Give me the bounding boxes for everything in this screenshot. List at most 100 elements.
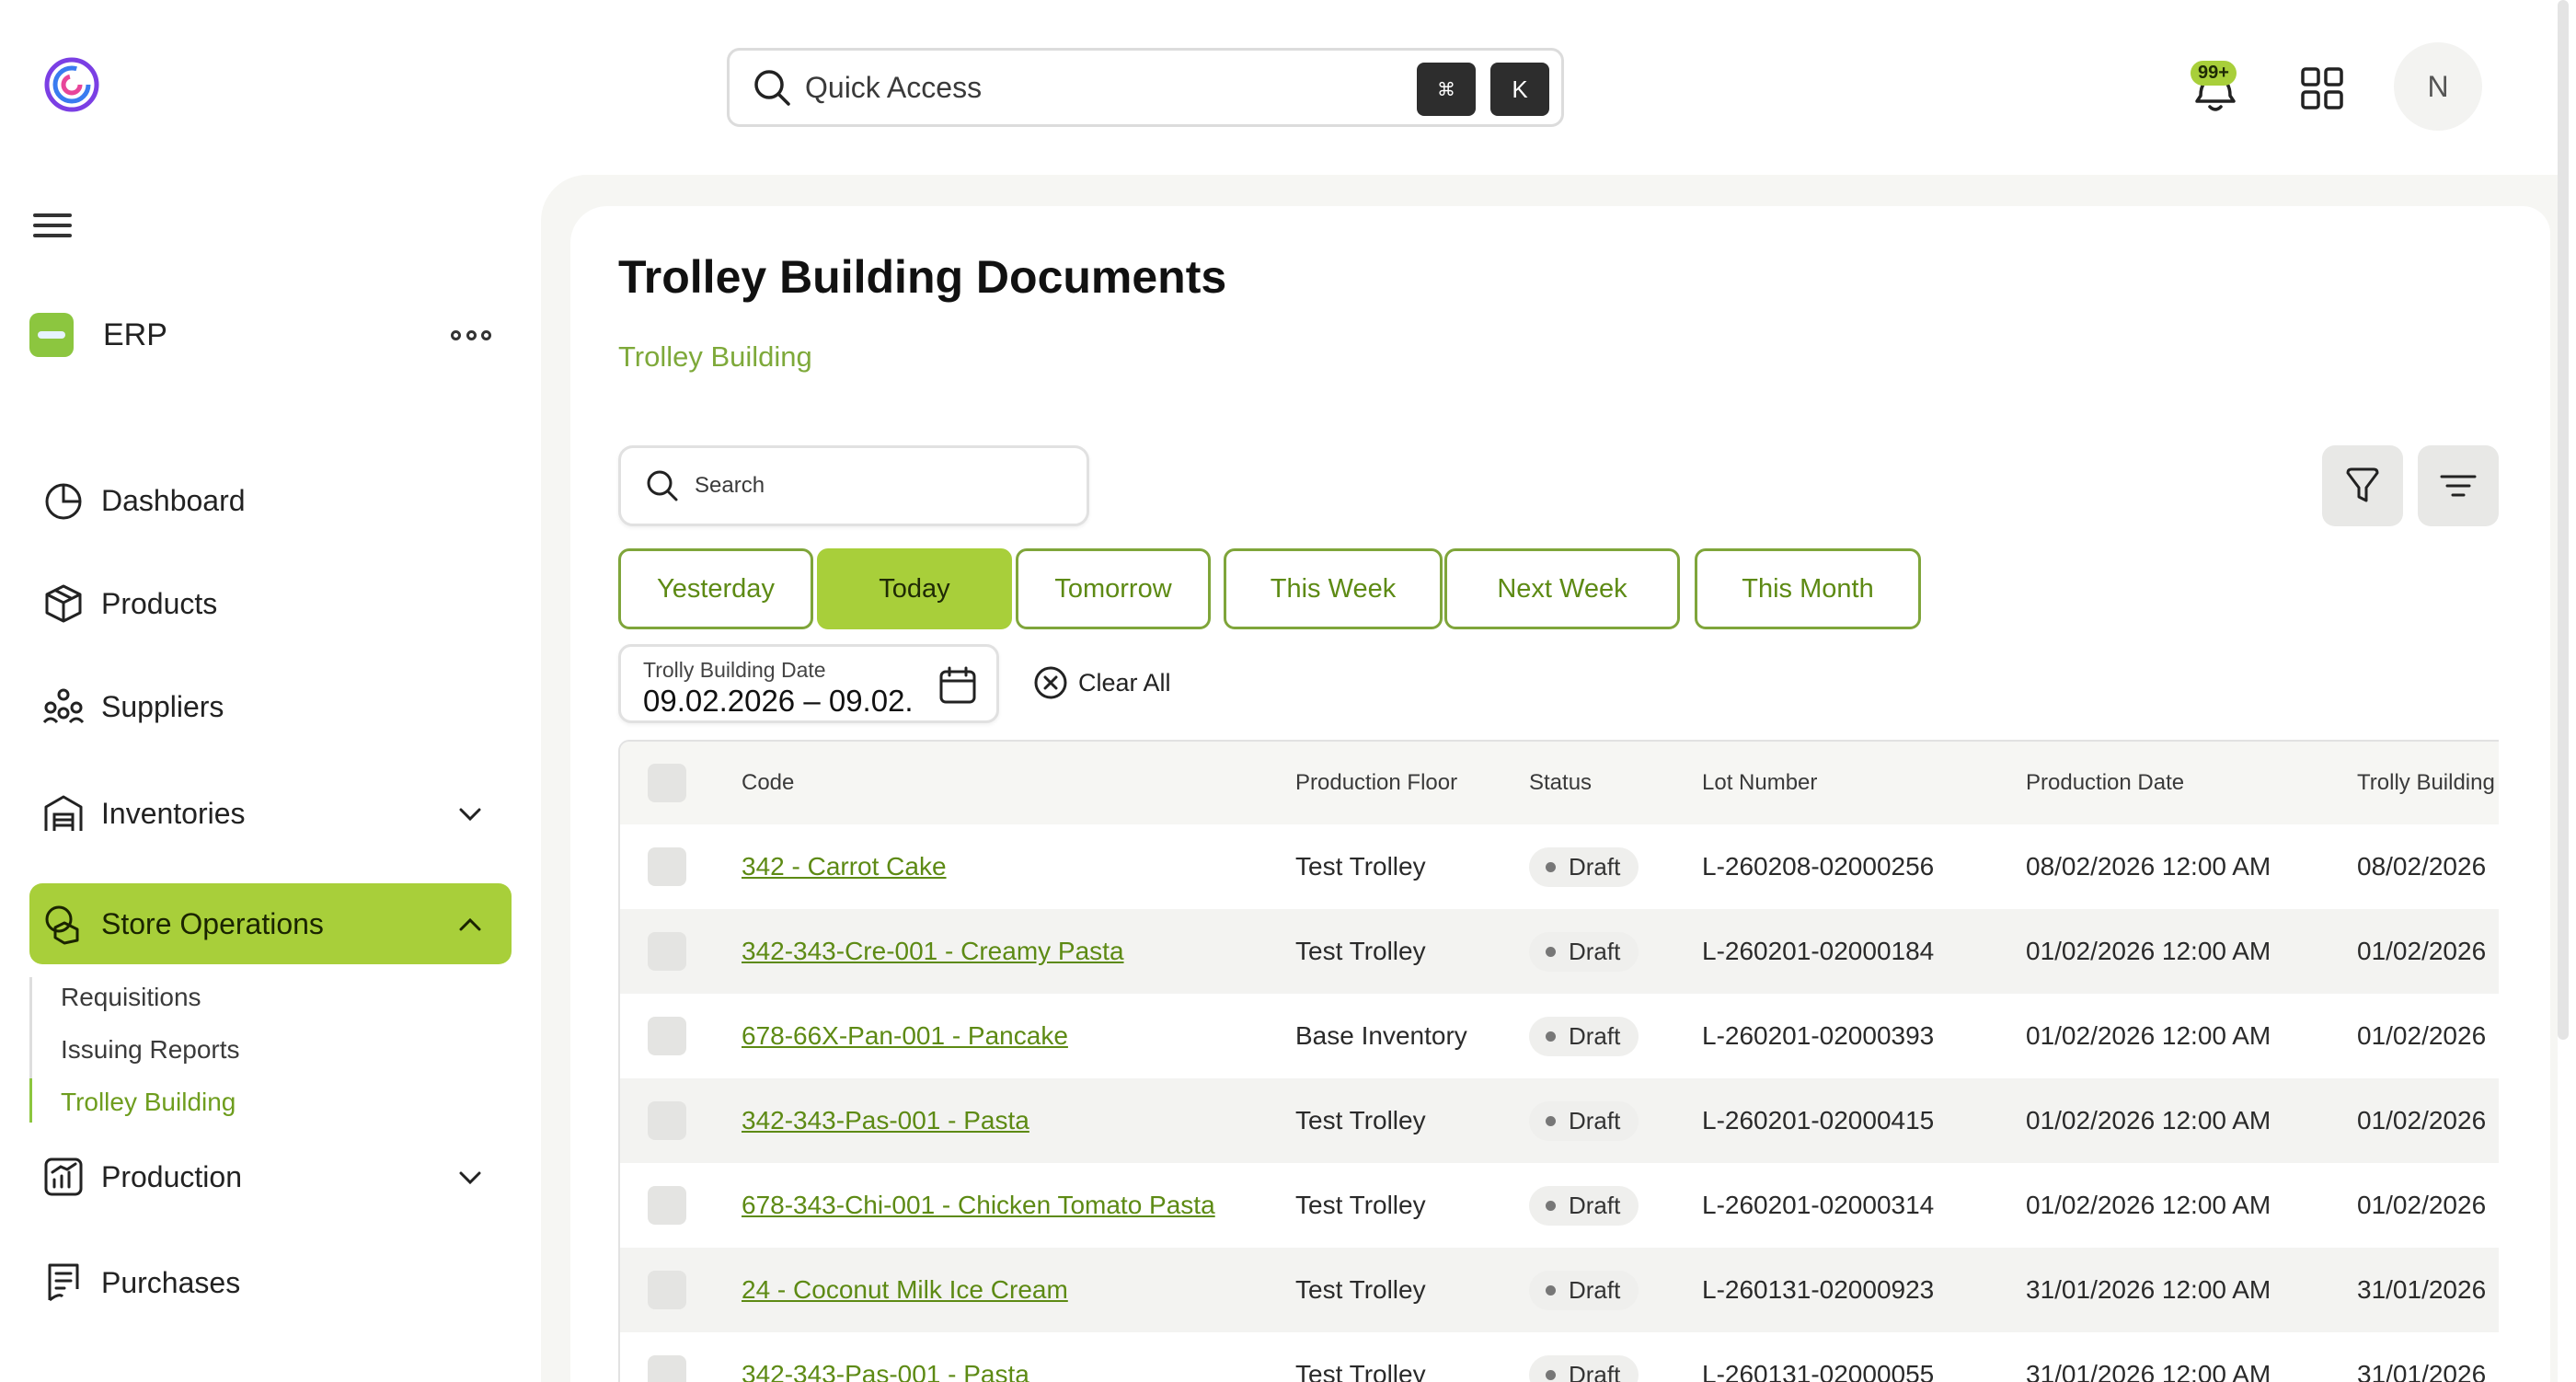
cell-production-floor: Test Trolley — [1295, 1248, 1426, 1332]
status-badge: Draft — [1529, 1185, 1639, 1226]
document-link[interactable]: 342-343-Pas-001 - Pasta — [742, 1360, 1029, 1382]
user-avatar[interactable]: N — [2394, 42, 2482, 131]
date-field-label: Trolly Building Date — [643, 658, 826, 682]
document-link[interactable]: 342-343-Cre-001 - Creamy Pasta — [742, 937, 1124, 966]
column-header-trolly-building[interactable]: Trolly Building — [2357, 742, 2495, 824]
date-field-value: 09.02.2026 – 09.02. — [643, 684, 914, 718]
cell-trolly-building-date-text: 31/01/2026 — [2357, 1360, 2487, 1382]
date-range-field[interactable]: Trolly Building Date 09.02.2026 – 09.02. — [618, 644, 999, 723]
row-checkbox[interactable] — [648, 1355, 686, 1382]
cell-code: 342-343-Pas-001 - Pasta — [742, 1078, 1029, 1163]
filter-button[interactable] — [2322, 445, 2403, 526]
cell-code: 678-343-Chi-001 - Chicken Tomato Pasta — [742, 1163, 1215, 1248]
row-checkbox[interactable] — [648, 1017, 686, 1055]
cell-production-floor: Test Trolley — [1295, 824, 1426, 909]
document-link[interactable]: 678-66X-Pan-001 - Pancake — [742, 1021, 1068, 1051]
column-header-production-date[interactable]: Production Date — [2026, 742, 2184, 824]
calendar-icon[interactable] — [937, 665, 978, 706]
table-row[interactable]: 342-343-Pas-001 - Pasta Test Trolley Draft… — [620, 1332, 2499, 1382]
sidebar-item-inventories[interactable]: Inventories — [29, 773, 512, 854]
table-row[interactable]: 678-66X-Pan-001 - Pancake Base Inventory D… — [620, 994, 2499, 1078]
more-options-icon[interactable] — [451, 326, 491, 344]
cell-production-date: 31/01/2026 12:00 AM — [2026, 1332, 2271, 1382]
table-row[interactable]: 24 - Coconut Milk Ice Cream Test Trolley D… — [620, 1248, 2499, 1332]
sidebar-item-label: Dashboard — [101, 483, 246, 517]
shortcut-k-key: K — [1490, 63, 1549, 116]
document-link[interactable]: 678-343-Chi-001 - Chicken Tomato Pasta — [742, 1191, 1215, 1220]
document-link[interactable]: 342-343-Pas-001 - Pasta — [742, 1106, 1029, 1135]
cell-production-floor-text: Test Trolley — [1295, 1106, 1426, 1134]
cell-production-floor: Test Trolley — [1295, 1078, 1426, 1163]
filter-chip-this-month[interactable]: This Month — [1695, 548, 1921, 629]
sidebar-item-products[interactable]: Products — [29, 563, 512, 644]
row-checkbox[interactable] — [648, 1186, 686, 1225]
column-header-code[interactable]: Code — [742, 742, 794, 824]
column-header-production-floor[interactable]: Production Floor — [1295, 742, 1457, 824]
receipt-icon — [48, 1263, 79, 1302]
cell-lot-number-text: L-260131-02000055 — [1702, 1360, 1935, 1382]
menu-toggle-icon[interactable] — [33, 213, 72, 241]
cell-production-floor-text: Test Trolley — [1295, 852, 1426, 881]
sidebar-subitem-issuing-reports[interactable]: Issuing Reports — [61, 1035, 240, 1065]
app-logo-icon[interactable] — [42, 55, 101, 114]
cell-production-date-text: 01/02/2026 12:00 AM — [2026, 1106, 2271, 1134]
workspace-switcher[interactable]: ERP — [29, 311, 499, 359]
cell-lot-number: L-260201-02000314 — [1702, 1163, 1934, 1248]
documents-table: Code Production Floor Status Lot Number … — [618, 740, 2499, 1382]
column-header-lot-number[interactable]: Lot Number — [1702, 742, 1817, 824]
status-badge: Draft — [1529, 1270, 1639, 1310]
cell-production-date: 01/02/2026 12:00 AM — [2026, 909, 2271, 994]
table-row[interactable]: 342-343-Cre-001 - Creamy Pasta Test Troll… — [620, 909, 2499, 994]
store-icon — [45, 905, 79, 945]
sort-button[interactable] — [2418, 445, 2499, 526]
filter-chip-tomorrow[interactable]: Tomorrow — [1016, 548, 1211, 629]
table-row[interactable]: 342 - Carrot Cake Test Trolley Draft L-2602… — [620, 824, 2499, 909]
filter-chip-next-week[interactable]: Next Week — [1444, 548, 1680, 629]
sidebar-item-store-operations[interactable]: Store Operations — [29, 883, 512, 964]
cell-code: 678-66X-Pan-001 - Pancake — [742, 994, 1068, 1078]
workspace-logo-icon — [29, 313, 74, 357]
clear-all-button[interactable]: Clear All — [1032, 664, 1171, 701]
sidebar-item-suppliers[interactable]: Suppliers — [29, 666, 512, 747]
warehouse-icon — [44, 795, 83, 831]
row-checkbox[interactable] — [648, 1101, 686, 1140]
close-circle-icon — [1034, 666, 1067, 699]
chart-icon — [44, 1157, 83, 1196]
chevron-down-icon — [459, 808, 481, 822]
row-checkbox[interactable] — [648, 1271, 686, 1309]
row-checkbox[interactable] — [648, 932, 686, 971]
column-header-status[interactable]: Status — [1529, 742, 1592, 824]
cell-trolly-building-date: 08/02/2026 — [2357, 824, 2486, 909]
table-row[interactable]: 678-343-Chi-001 - Chicken Tomato Pasta Te… — [620, 1163, 2499, 1248]
cell-trolly-building-date: 01/02/2026 — [2357, 1078, 2486, 1163]
table-row[interactable]: 342-343-Pas-001 - Pasta Test Trolley Draft… — [620, 1078, 2499, 1163]
cell-code: 342 - Carrot Cake — [742, 824, 947, 909]
breadcrumb[interactable]: Trolley Building — [618, 340, 812, 374]
filter-chip-this-week[interactable]: This Week — [1224, 548, 1443, 629]
sidebar-item-purchases[interactable]: Purchases — [29, 1242, 512, 1323]
sidebar-subitem-requisitions[interactable]: Requisitions — [61, 983, 201, 1012]
cell-production-floor-text: Base Inventory — [1295, 1021, 1467, 1050]
sidebar-subitem-trolley-building[interactable]: Trolley Building — [61, 1088, 236, 1117]
cell-production-floor: Test Trolley — [1295, 909, 1426, 994]
row-checkbox[interactable] — [648, 847, 686, 886]
filter-chip-today[interactable]: Today — [817, 548, 1012, 629]
sidebar-item-label: Products — [101, 586, 218, 620]
apps-grid-icon[interactable] — [2300, 66, 2344, 110]
table-search[interactable] — [618, 445, 1089, 526]
cell-lot-number: L-260131-02000055 — [1702, 1332, 1934, 1382]
chevron-down-icon — [459, 1171, 481, 1185]
sidebar-item-production[interactable]: Production — [29, 1136, 512, 1217]
filter-chip-yesterday[interactable]: Yesterday — [618, 548, 813, 629]
sidebar-item-dashboard[interactable]: Dashboard — [29, 460, 512, 541]
cell-lot-number-text: L-260131-02000923 — [1702, 1275, 1935, 1304]
select-all-checkbox[interactable] — [648, 764, 686, 802]
page-scrollbar[interactable] — [2558, 0, 2569, 1040]
search-input[interactable] — [695, 473, 1044, 499]
page-title: Trolley Building Documents — [618, 251, 1227, 303]
document-link[interactable]: 24 - Coconut Milk Ice Cream — [742, 1275, 1068, 1305]
quick-access-search[interactable]: Quick Access ⌘ K — [727, 48, 1564, 127]
document-link[interactable]: 342 - Carrot Cake — [742, 852, 947, 881]
status-badge: Draft — [1529, 931, 1639, 972]
cell-code: 342-343-Pas-001 - Pasta — [742, 1332, 1029, 1382]
